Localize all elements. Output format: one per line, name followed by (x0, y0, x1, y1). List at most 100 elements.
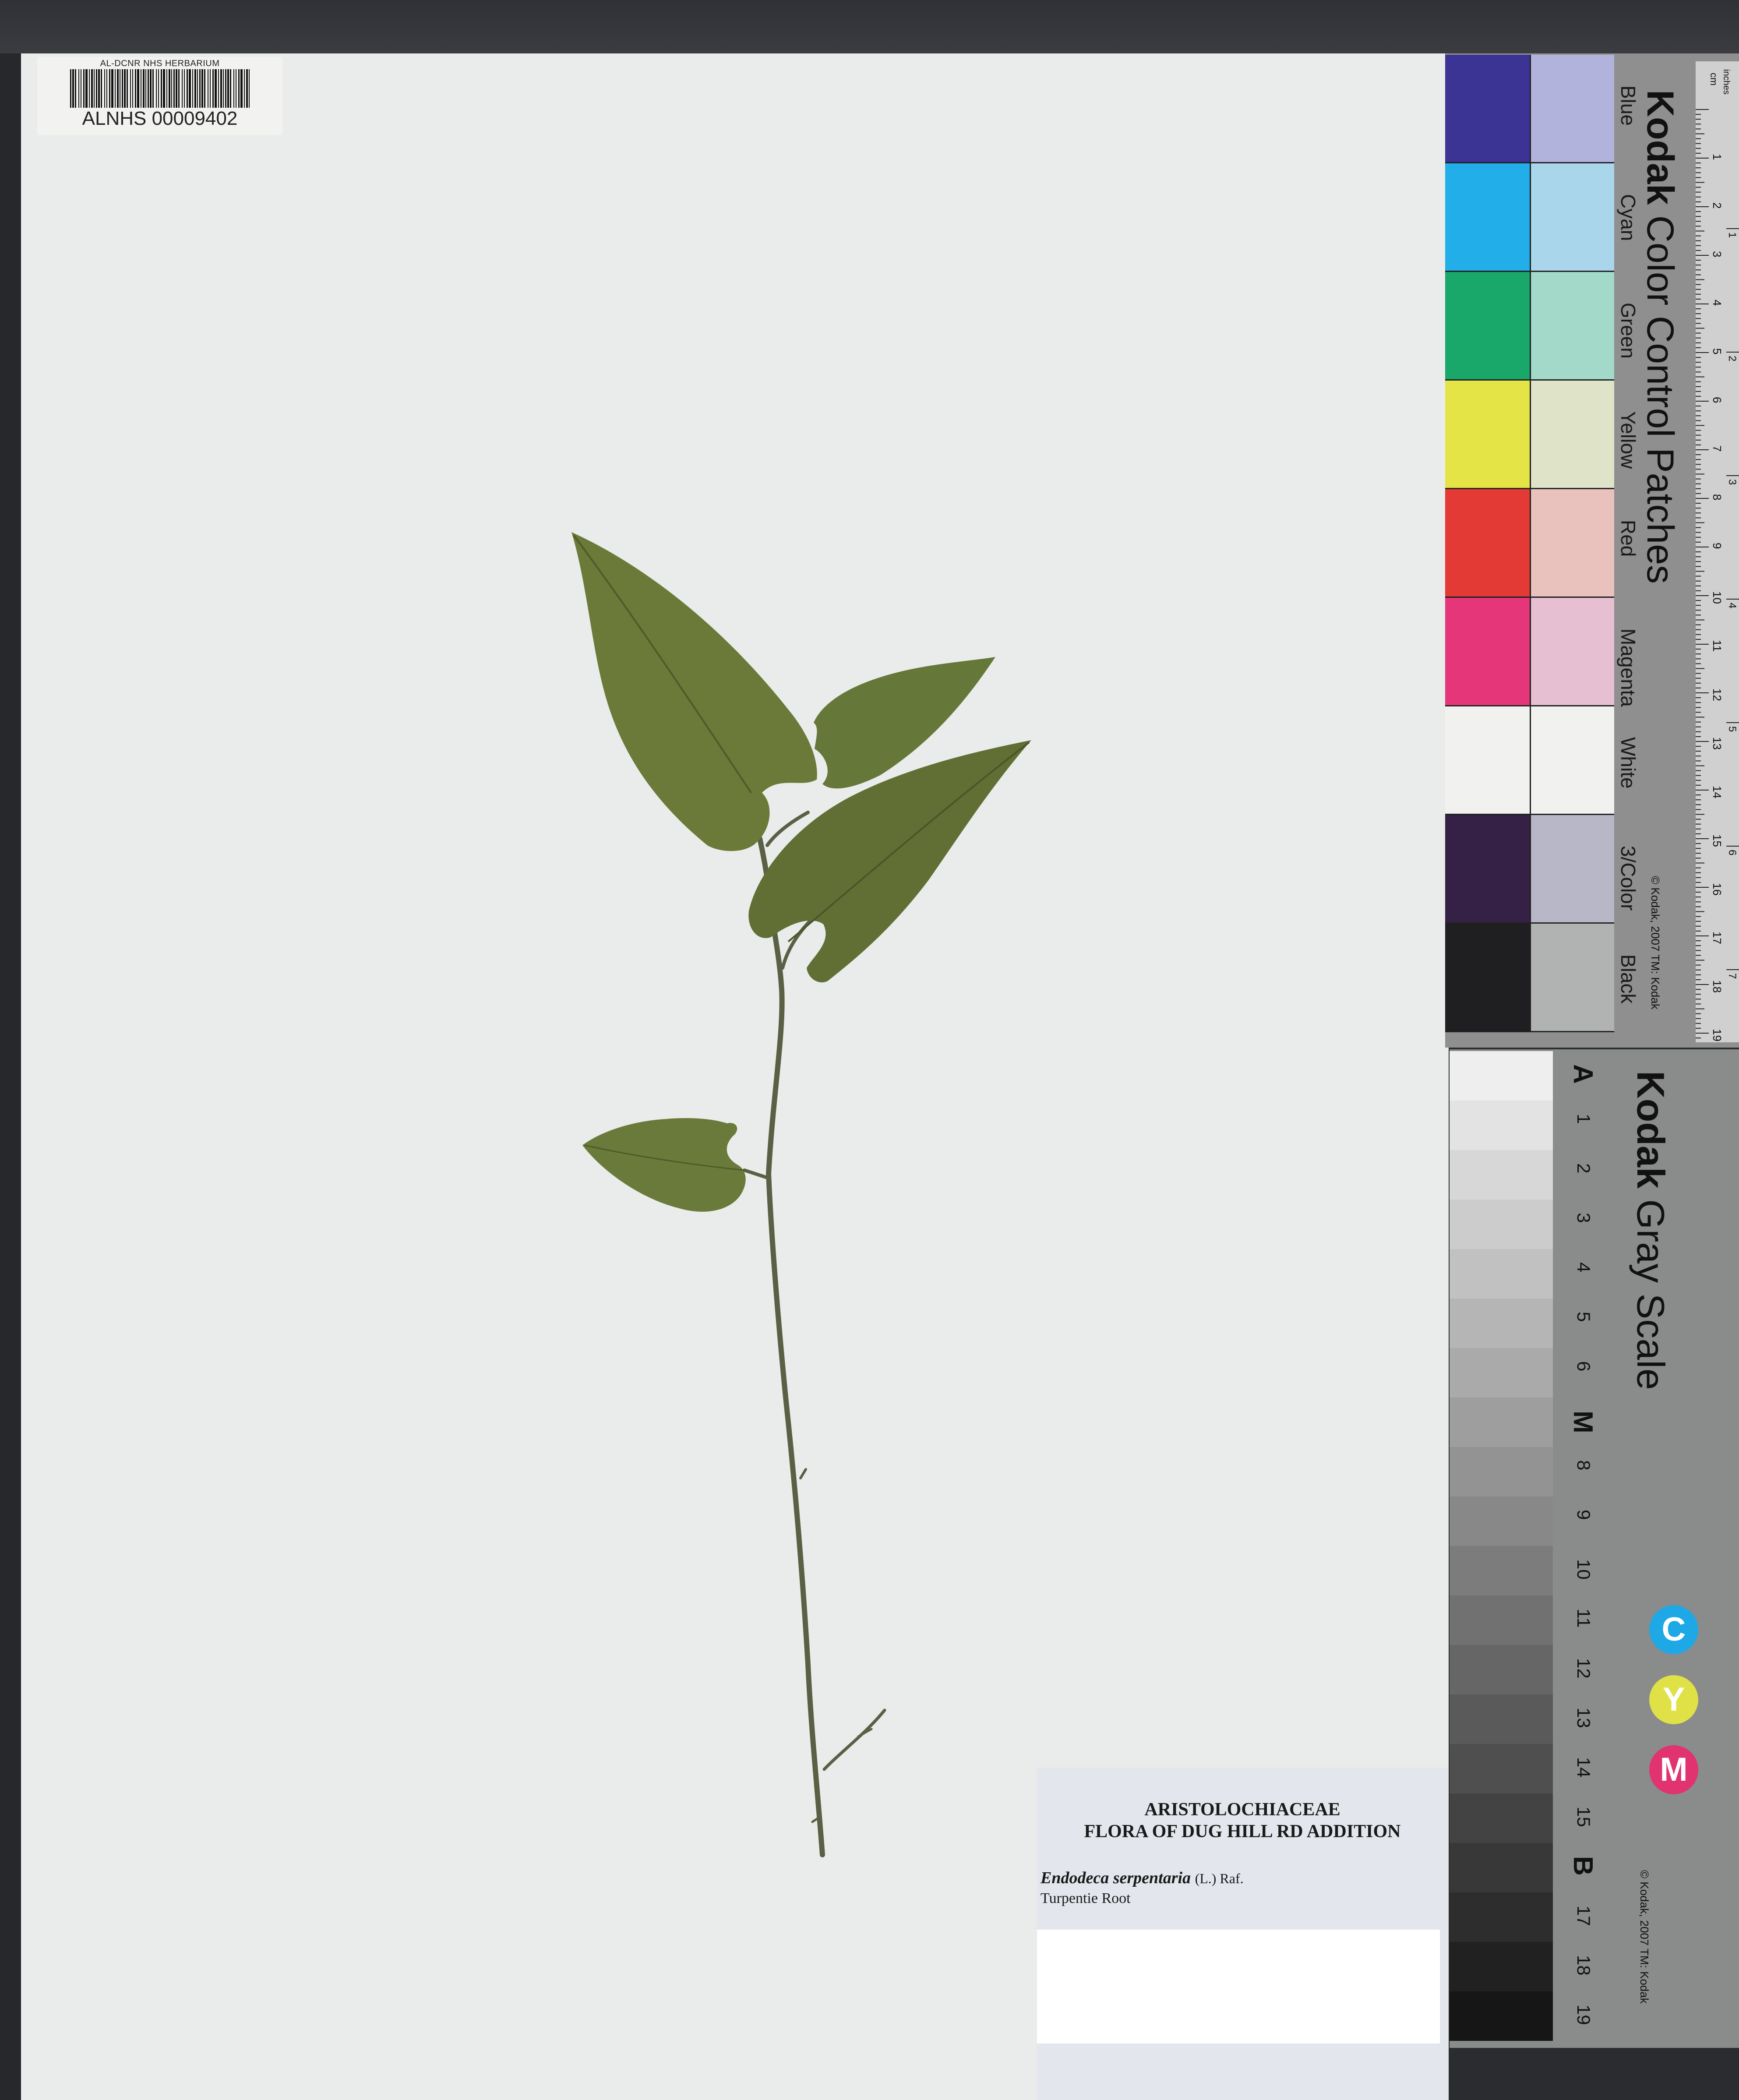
gray-step (1450, 1051, 1553, 1101)
barcode-bar (194, 69, 196, 108)
barcode-bar (166, 69, 167, 108)
color-patch-green-dark (1445, 272, 1531, 381)
color-patch-red-dark (1445, 489, 1531, 598)
common-name: Turpentie Root (1041, 1890, 1131, 1906)
gray-step-label: M (1568, 1411, 1598, 1433)
color-patch-label: Magenta (1617, 628, 1640, 707)
barcode-bar (204, 69, 205, 108)
ruler-cm-label: 12 (1711, 688, 1724, 701)
barcode-bar (192, 69, 193, 108)
barcode-bar (117, 69, 119, 108)
gray-step (1450, 1299, 1553, 1348)
barcode-bar (238, 69, 240, 108)
gray-step (1450, 1249, 1553, 1299)
barcode-bar (171, 69, 172, 108)
gray-step (1450, 1942, 1553, 1991)
color-patch-green-light (1531, 272, 1614, 381)
gray-step (1450, 1793, 1553, 1843)
ruler-inch-label: 7 (1726, 973, 1738, 979)
ruler-cm-label: 2 (1711, 202, 1724, 208)
gray-step-label: 5 (1573, 1312, 1594, 1322)
barcode-bar (70, 69, 71, 108)
leaves (571, 532, 1031, 1212)
gray-step (1450, 1546, 1553, 1595)
gray-step-label: 8 (1573, 1460, 1594, 1471)
barcode-bar (163, 69, 165, 108)
barcode-bar (132, 69, 133, 108)
barcode-bar (111, 69, 113, 108)
barcode-bar (189, 69, 191, 108)
gray-step-label: 4 (1573, 1262, 1594, 1273)
flora-title: FLORA OF DUG HILL RD ADDITION (1084, 1821, 1401, 1842)
cym-dot-c: C (1649, 1605, 1698, 1654)
ruler-cm-label: 9 (1711, 543, 1724, 549)
color-patch-blue-dark (1445, 55, 1531, 163)
catalog-number: ALNHS 00009402 (82, 108, 238, 129)
ruler-ticks: 1234567891011121314151617181912345678cmi… (1696, 69, 1739, 1041)
gray-step-label: 12 (1573, 1658, 1594, 1679)
barcode-bar (78, 69, 79, 108)
color-patch-label: Red (1617, 520, 1640, 557)
gray-step (1450, 1991, 1553, 2041)
barcode-bar (135, 69, 136, 108)
ruler-cm-label: 16 (1711, 883, 1724, 896)
ruler-cm-label: 17 (1711, 932, 1724, 944)
gray-step-label: 11 (1573, 1609, 1594, 1628)
barcode-bar (124, 69, 126, 108)
color-patch-label: Blue (1617, 85, 1640, 126)
color-patch-yellow-light (1531, 381, 1614, 489)
gray-step (1450, 1595, 1553, 1645)
species-line: Endodeca serpentaria (L.) Raf. (1041, 1868, 1443, 1888)
color-patch-black-light (1531, 924, 1614, 1032)
color-patch-label: Green (1617, 303, 1640, 359)
barcode-bar (169, 69, 170, 108)
color-patch-magenta-light (1531, 598, 1614, 706)
barcode-bar (223, 69, 224, 108)
barcode-bar (143, 69, 145, 108)
barcode-bar (240, 69, 243, 108)
barcode-bar (145, 69, 146, 108)
gray-step (1450, 1150, 1553, 1200)
gray-step-label: B (1568, 1856, 1598, 1876)
color-card-title: Kodak Color Control Patches (1638, 90, 1682, 584)
specimen-label: ARISTOLOCHIACEAE FLORA OF DUG HILL RD AD… (1037, 1768, 1448, 2100)
barcode-bar (233, 69, 234, 108)
gray-step (1450, 1645, 1553, 1694)
ruler-cm-label: 10 (1711, 591, 1724, 604)
gray-step (1450, 1200, 1553, 1249)
color-patch-label: Yellow (1617, 411, 1640, 469)
scanner-left-border (0, 53, 21, 2100)
ruler-cm-label: 13 (1711, 737, 1724, 750)
barcode-bar (184, 69, 185, 108)
barcode-bar (85, 69, 88, 108)
gray-step-label: 10 (1573, 1559, 1594, 1580)
barcode-bar (215, 69, 217, 108)
gray-step-label: 2 (1573, 1163, 1594, 1174)
barcode-bar (98, 69, 100, 108)
color-patch-cyan-light (1531, 163, 1614, 272)
gray-step (1450, 1744, 1553, 1793)
barcode-bar (212, 69, 214, 108)
gray-step-label: 18 (1573, 1955, 1594, 1976)
gray-step (1450, 1447, 1553, 1496)
barcode-bar (173, 69, 175, 108)
ruler-inch-label: 1 (1726, 232, 1738, 238)
barcode-bar (137, 69, 139, 108)
ruler-cm-label: 18 (1711, 980, 1724, 993)
ruler-inch-label: 4 (1726, 603, 1738, 608)
barcode-bar (72, 69, 74, 108)
ruler-inch-label: 2 (1726, 356, 1738, 361)
ruler-cm-label: 19 (1711, 1029, 1724, 1041)
cym-dot-m: M (1649, 1745, 1698, 1794)
gray-step-label: 1 (1573, 1114, 1594, 1124)
ruler-cm-label: 15 (1711, 834, 1724, 847)
ruler-unit-inches: inches (1721, 69, 1731, 95)
gray-step (1450, 1348, 1553, 1398)
color-patch-3-color-light (1531, 815, 1614, 924)
barcode-bar (94, 69, 95, 108)
color-card-brand: Kodak (1639, 90, 1681, 205)
barcode-bar (122, 69, 123, 108)
gray-step-label: 13 (1573, 1708, 1594, 1728)
barcode-bar (230, 69, 231, 108)
barcode-bar (83, 69, 85, 108)
